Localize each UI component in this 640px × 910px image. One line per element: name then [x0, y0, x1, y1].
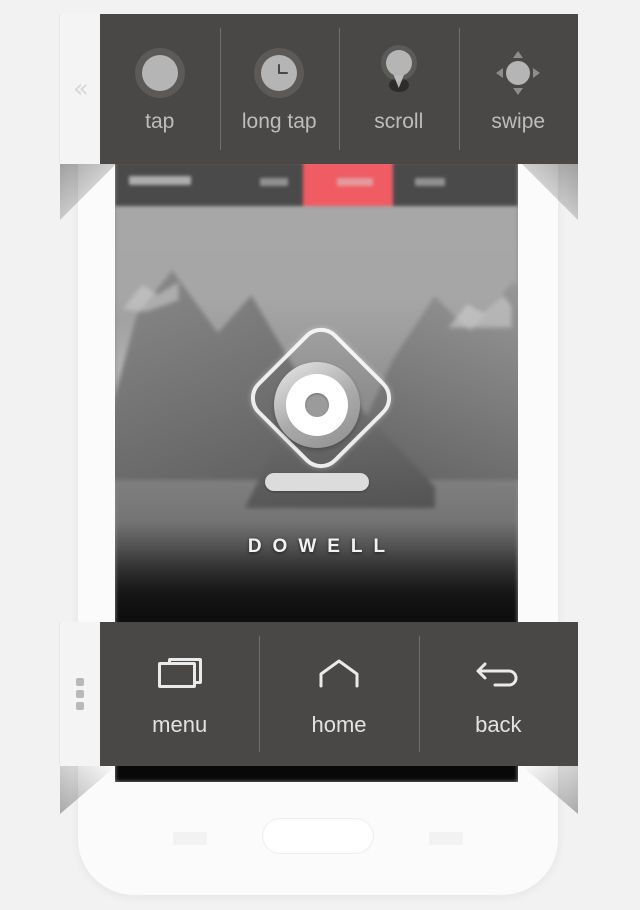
app-bar-tab-1[interactable] [260, 178, 288, 186]
gesture-button-tap[interactable]: tap [100, 14, 220, 164]
nav-button-menu[interactable]: menu [100, 622, 259, 766]
app-bar[interactable] [115, 162, 518, 206]
nav-label-back: back [475, 712, 522, 737]
chevron-double-left-icon: « [73, 74, 89, 104]
navigation-toolbar: menu home back [60, 622, 578, 766]
back-arrow-icon [475, 650, 521, 696]
screenshot-stage: DOWELL « tap long tap scroll swipe menu … [0, 0, 640, 910]
four-arrows-icon [495, 50, 541, 96]
map-pin-icon [379, 50, 419, 96]
wordmark: DOWELL [247, 536, 397, 557]
nav-button-home[interactable]: home [259, 622, 418, 766]
app-bar-title [129, 176, 191, 185]
gesture-button-long-tap[interactable]: long tap [219, 14, 340, 164]
gesture-toolbar: « tap long tap scroll swipe [60, 14, 578, 164]
nav-button-back[interactable]: back [418, 622, 578, 766]
gesture-button-scroll[interactable]: scroll [339, 14, 459, 164]
home-outline-icon [317, 650, 361, 696]
home-hardware-button[interactable] [263, 819, 373, 853]
app-bar-tab-2[interactable] [337, 178, 373, 186]
gesture-toolbar-items: tap long tap scroll swipe [100, 14, 578, 164]
drag-dots-icon [76, 678, 84, 710]
menu-capacitive-key[interactable] [173, 832, 207, 845]
gesture-label-long-tap: long tap [241, 110, 317, 133]
gesture-label-tap: tap [145, 110, 175, 133]
back-capacitive-key[interactable] [429, 832, 463, 845]
toolbar-collapse-handle[interactable]: « [60, 14, 100, 164]
phone-device: DOWELL [78, 150, 558, 895]
gesture-label-swipe: swipe [491, 110, 546, 133]
tap-circle-icon [141, 50, 178, 96]
toolbar-drag-handle[interactable] [60, 622, 100, 766]
nav-label-home: home [311, 712, 367, 737]
clock-icon [261, 50, 298, 96]
recents-squares-icon [157, 650, 202, 696]
navigation-toolbar-items: menu home back [100, 622, 578, 766]
app-bar-tab-3[interactable] [415, 178, 445, 186]
eye-pupil-icon [304, 393, 329, 417]
brand-logo [115, 318, 518, 524]
gesture-button-swipe[interactable]: swipe [458, 14, 579, 164]
gesture-label-scroll: scroll [374, 110, 424, 133]
logo-pill-bar [264, 473, 369, 491]
nav-label-menu: menu [152, 712, 208, 737]
